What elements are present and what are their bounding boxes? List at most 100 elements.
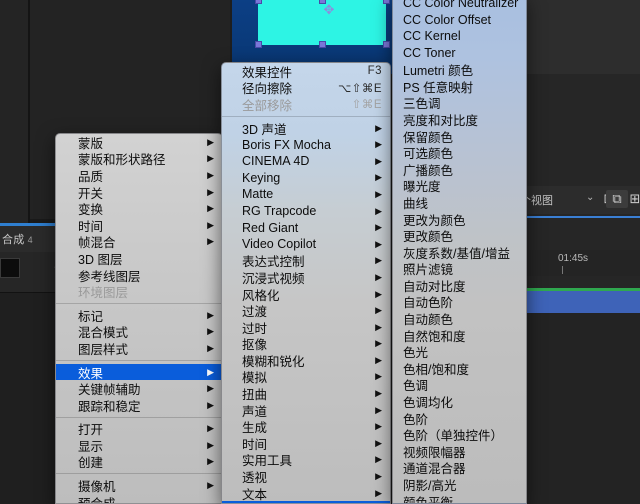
- color-menu-item[interactable]: CC Toner: [393, 45, 526, 62]
- color-menu-items: CC Color Neutralizer CC Color Offset CC Ke…: [393, 0, 526, 504]
- effect-menu-item[interactable]: 表达式控制 ▶: [222, 253, 390, 269]
- color-menu-item[interactable]: 视频限幅器: [393, 443, 526, 460]
- color-menu-item[interactable]: 亮度和对比度: [393, 111, 526, 128]
- effect-menu-item[interactable]: 过渡 ▶: [222, 302, 390, 319]
- color-menu-item[interactable]: 色相/饱和度: [393, 360, 526, 377]
- effect-menu-item: 全部移除 ⇧⌘E: [222, 96, 390, 113]
- layer-menu-item[interactable]: 跟踪和稳定 ▶: [56, 397, 222, 414]
- effect-menu-item[interactable]: 扭曲 ▶: [222, 385, 390, 402]
- effect-menu-item[interactable]: Boris FX Mocha ▶: [222, 136, 390, 153]
- submenu-arrow-icon: ▶: [375, 437, 382, 448]
- layer-menu-item[interactable]: 显示 ▶: [56, 437, 222, 454]
- effect-menu-item[interactable]: 生成 ▶: [222, 418, 390, 435]
- anchor-point-icon: ✥: [323, 2, 335, 17]
- layer-menu-item[interactable]: 变换 ▶: [56, 200, 222, 217]
- color-menu-item-label: CC Color Offset: [403, 12, 491, 27]
- color-menu-item[interactable]: 更改为颜色: [393, 211, 526, 228]
- color-menu-item[interactable]: 色调均化: [393, 393, 526, 410]
- selection-handle-tl[interactable]: [255, 0, 262, 4]
- effect-menu-item[interactable]: 沉浸式视频 ▶: [222, 269, 390, 286]
- effect-menu-item[interactable]: 3D 声道 ▶: [222, 120, 390, 137]
- effect-menu-item[interactable]: RG Trapcode ▶: [222, 203, 390, 220]
- color-menu-item[interactable]: 可选颜色: [393, 144, 526, 161]
- effect-menu-item[interactable]: 过时 ▶: [222, 319, 390, 336]
- selection-handle-br[interactable]: [383, 41, 390, 48]
- color-menu-item[interactable]: 色光: [393, 343, 526, 360]
- layer-menu-item[interactable]: 图层样式 ▶: [56, 340, 222, 357]
- selection-handle-tr[interactable]: [383, 0, 390, 4]
- layer-menu-item[interactable]: 蒙版和形状路径 ▶: [56, 151, 222, 167]
- layer-menu-item[interactable]: 3D 图层: [56, 250, 222, 267]
- color-menu-item[interactable]: 色阶（单独控件）: [393, 426, 526, 443]
- color-menu-item[interactable]: 广播颜色: [393, 161, 526, 178]
- effect-menu-item[interactable]: 风格化 ▶: [222, 286, 390, 303]
- effect-menu-item[interactable]: Keying ▶: [222, 170, 390, 187]
- color-menu-item[interactable]: 阴影/高光: [393, 476, 526, 493]
- color-swatch[interactable]: [0, 258, 20, 278]
- effect-menu-item[interactable]: CINEMA 4D ▶: [222, 153, 390, 170]
- color-menu-item[interactable]: 自动色阶: [393, 294, 526, 310]
- color-menu-item[interactable]: 自然饱和度: [393, 327, 526, 344]
- effect-submenu[interactable]: 效果控件 F3 径向擦除 ⌥⇧⌘E 全部移除 ⇧⌘E 3D 声道 ▶ Boris FX Moch…: [221, 62, 391, 504]
- submenu-arrow-icon: ▶: [375, 139, 382, 150]
- layer-menu-item[interactable]: 开关 ▶: [56, 184, 222, 201]
- layer-menu-item[interactable]: 标记 ▶: [56, 307, 222, 324]
- effect-menu-item[interactable]: 效果控件 F3: [222, 63, 390, 80]
- submenu-arrow-icon: ▶: [375, 255, 382, 266]
- color-menu-item[interactable]: 颜色平衡: [393, 493, 526, 504]
- layer-menu[interactable]: 蒙版 ▶ 蒙版和形状路径 ▶ 品质 ▶ 开关 ▶ 变换 ▶ 时间 ▶ 帧混合 ▶ 3D 图层 参考线图层 环境图…: [55, 133, 223, 504]
- layer-menu-item[interactable]: 帧混合 ▶: [56, 234, 222, 250]
- color-menu-item[interactable]: PS 任意映射: [393, 78, 526, 95]
- layer-menu-item[interactable]: 混合模式 ▶: [56, 324, 222, 340]
- effect-menu-item-label: 全部移除: [242, 98, 293, 113]
- color-menu-item[interactable]: 色调: [393, 377, 526, 393]
- effect-menu-item[interactable]: Video Copilot ▶: [222, 236, 390, 253]
- effect-menu-item[interactable]: 实用工具 ▶: [222, 452, 390, 468]
- color-menu-item[interactable]: 三色调: [393, 95, 526, 111]
- submenu-arrow-icon: ▶: [375, 238, 382, 249]
- color-menu-item[interactable]: 灰度系数/基值/增益: [393, 244, 526, 261]
- effect-menu-item[interactable]: 透视 ▶: [222, 468, 390, 485]
- layer-menu-item[interactable]: 品质 ▶: [56, 167, 222, 184]
- effect-menu-item[interactable]: 文本 ▶: [222, 485, 390, 502]
- color-menu-item[interactable]: 通道混合器: [393, 460, 526, 476]
- color-menu-item[interactable]: 保留颜色: [393, 128, 526, 145]
- effect-menu-item[interactable]: 模糊和锐化 ▶: [222, 352, 390, 369]
- layer-menu-item[interactable]: 效果 ▶: [56, 363, 222, 381]
- effect-menu-item[interactable]: 时间 ▶: [222, 435, 390, 452]
- chevron-down-icon[interactable]: ⌄: [586, 192, 594, 203]
- color-menu-item[interactable]: CC Color Offset: [393, 12, 526, 29]
- layer-menu-item[interactable]: 摄像机 ▶: [56, 477, 222, 494]
- layer-menu-item[interactable]: 打开 ▶: [56, 421, 222, 437]
- selection-handle-bc[interactable]: [319, 41, 326, 48]
- layer-menu-item[interactable]: 预合成...: [56, 494, 222, 504]
- color-menu-item[interactable]: Lumetri 颜色: [393, 61, 526, 78]
- layer-menu-item[interactable]: 关键帧辅助 ▶: [56, 380, 222, 397]
- color-menu-item[interactable]: CC Color Neutralizer: [393, 0, 526, 12]
- color-menu-item-label: 颜色平衡: [403, 495, 454, 504]
- color-menu-item[interactable]: 色阶: [393, 410, 526, 427]
- color-menu-item-label: CC Kernel: [403, 29, 461, 44]
- layer-menu-item[interactable]: 创建 ▶: [56, 454, 222, 470]
- effect-menu-item[interactable]: Matte ▶: [222, 186, 390, 203]
- effect-menu-item[interactable]: 抠像 ▶: [222, 336, 390, 352]
- color-menu-item[interactable]: 曲线: [393, 194, 526, 211]
- submenu-arrow-icon: ▶: [207, 399, 214, 410]
- timeline-button-3[interactable]: ⊞: [624, 190, 640, 208]
- color-menu-item[interactable]: 更改颜色: [393, 227, 526, 244]
- effect-menu-item[interactable]: Red Giant ▶: [222, 219, 390, 236]
- effect-menu-item[interactable]: 模拟 ▶: [222, 369, 390, 385]
- color-menu-item[interactable]: 曝光度: [393, 178, 526, 194]
- selection-handle-bl[interactable]: [255, 41, 262, 48]
- color-menu-item[interactable]: CC Kernel: [393, 28, 526, 45]
- layer-menu-item[interactable]: 时间 ▶: [56, 217, 222, 234]
- effect-menu-item[interactable]: 声道 ▶: [222, 402, 390, 419]
- color-menu-item[interactable]: 照片滤镜: [393, 261, 526, 277]
- layer-menu-item-label: 预合成...: [78, 496, 126, 504]
- layer-menu-item[interactable]: 参考线图层: [56, 267, 222, 284]
- color-menu-item[interactable]: 自动对比度: [393, 277, 526, 294]
- effect-menu-item[interactable]: 径向擦除 ⌥⇧⌘E: [222, 80, 390, 96]
- color-menu-item[interactable]: 自动颜色: [393, 310, 526, 327]
- color-correction-submenu[interactable]: CC Color Neutralizer CC Color Offset CC Ke…: [392, 0, 527, 504]
- layer-menu-item[interactable]: 蒙版 ▶: [56, 134, 222, 151]
